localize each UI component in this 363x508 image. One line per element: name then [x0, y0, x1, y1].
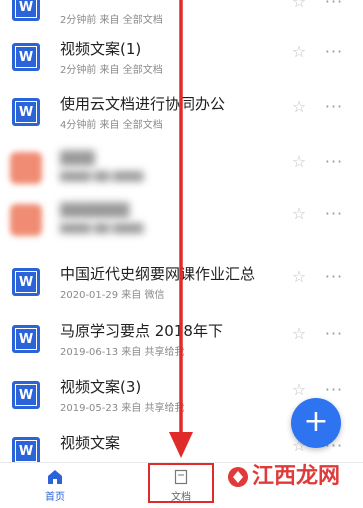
- document-meta: 2020-01-29 来自 微信: [60, 290, 165, 301]
- list-item[interactable]: W 使用云文档进行协同办公 4分钟前 来自 全部文档 ☆ ···: [0, 83, 363, 139]
- list-item[interactable]: ▇▇▇ ▇▇▇▇ ▇▇ ▇▇▇▇ ☆ ···: [0, 138, 363, 194]
- more-icon[interactable]: ···: [322, 43, 346, 61]
- document-title: 视频文案: [60, 434, 121, 452]
- more-icon[interactable]: ···: [322, 381, 346, 399]
- document-list: W 2分钟前 来自 全部文档 ☆ ··· W 视频文案(1) 2分钟前 来自 全…: [0, 0, 363, 462]
- star-icon[interactable]: ☆: [290, 205, 308, 223]
- document-title: 视频文案(3): [60, 378, 142, 396]
- document-meta: ▇▇▇▇ ▇▇ ▇▇▇▇: [60, 171, 144, 182]
- home-icon: [48, 470, 62, 484]
- more-icon[interactable]: ···: [322, 98, 346, 116]
- watermark-emblem-icon: [228, 467, 248, 487]
- star-icon[interactable]: ☆: [290, 325, 308, 343]
- document-title: 中国近代史纲要网课作业汇总: [60, 265, 256, 283]
- document-meta: 4分钟前 来自 全部文档: [60, 120, 163, 131]
- list-item[interactable]: W 马原学习要点 2018年下 2019-06-13 来自 共享给我 ☆ ···: [0, 310, 363, 366]
- list-item[interactable]: W 中国近代史纲要网课作业汇总 2020-01-29 来自 微信 ☆ ···: [0, 253, 363, 309]
- annotation-highlight-box: [148, 463, 214, 503]
- more-icon[interactable]: ···: [322, 268, 346, 286]
- word-doc-icon: W: [12, 325, 40, 353]
- blurred-doc-icon: [10, 204, 42, 236]
- document-meta: 2019-05-23 来自 共享给我: [60, 403, 185, 414]
- star-icon[interactable]: ☆: [290, 381, 308, 399]
- word-doc-icon: W: [12, 43, 40, 71]
- more-icon[interactable]: ···: [322, 0, 346, 11]
- star-icon[interactable]: ☆: [290, 0, 308, 11]
- document-meta: ▇▇▇▇ ▇▇ ▇▇▇▇: [60, 223, 144, 234]
- star-icon[interactable]: ☆: [290, 98, 308, 116]
- document-meta: 2分钟前 来自 全部文档: [60, 15, 163, 26]
- watermark-logo: 江西龙网: [226, 458, 358, 502]
- word-doc-icon: W: [12, 437, 40, 462]
- word-doc-icon: W: [12, 98, 40, 126]
- add-document-button[interactable]: +: [291, 398, 341, 448]
- document-title: 视频文案(1): [60, 40, 142, 58]
- blurred-doc-icon: [10, 152, 42, 184]
- plus-icon: +: [303, 404, 329, 439]
- more-icon[interactable]: ···: [322, 205, 346, 223]
- document-title: 使用云文档进行协同办公: [60, 95, 226, 113]
- star-icon[interactable]: ☆: [290, 153, 308, 171]
- list-item[interactable]: W 视频文案(1) 2分钟前 来自 全部文档 ☆ ···: [0, 28, 363, 84]
- list-item[interactable]: ▇▇▇▇▇▇ ▇▇▇▇ ▇▇ ▇▇▇▇ ☆ ···: [0, 190, 363, 246]
- document-title: 马原学习要点 2018年下: [60, 322, 223, 340]
- star-icon[interactable]: ☆: [290, 268, 308, 286]
- more-icon[interactable]: ···: [322, 153, 346, 171]
- star-icon[interactable]: ☆: [290, 43, 308, 61]
- document-title: ▇▇▇▇▇▇: [60, 200, 130, 218]
- document-title: ▇▇▇: [60, 148, 95, 166]
- watermark-text: 江西龙网: [252, 463, 341, 489]
- word-doc-icon: W: [12, 268, 40, 296]
- tab-home-label: 首页: [45, 492, 65, 503]
- tab-home[interactable]: 首页: [20, 463, 90, 507]
- document-meta: 2分钟前 来自 全部文档: [60, 65, 163, 76]
- word-doc-icon: W: [12, 0, 40, 21]
- document-meta: 2019-06-13 来自 共享给我: [60, 347, 185, 358]
- word-doc-icon: W: [12, 381, 40, 409]
- more-icon[interactable]: ···: [322, 325, 346, 343]
